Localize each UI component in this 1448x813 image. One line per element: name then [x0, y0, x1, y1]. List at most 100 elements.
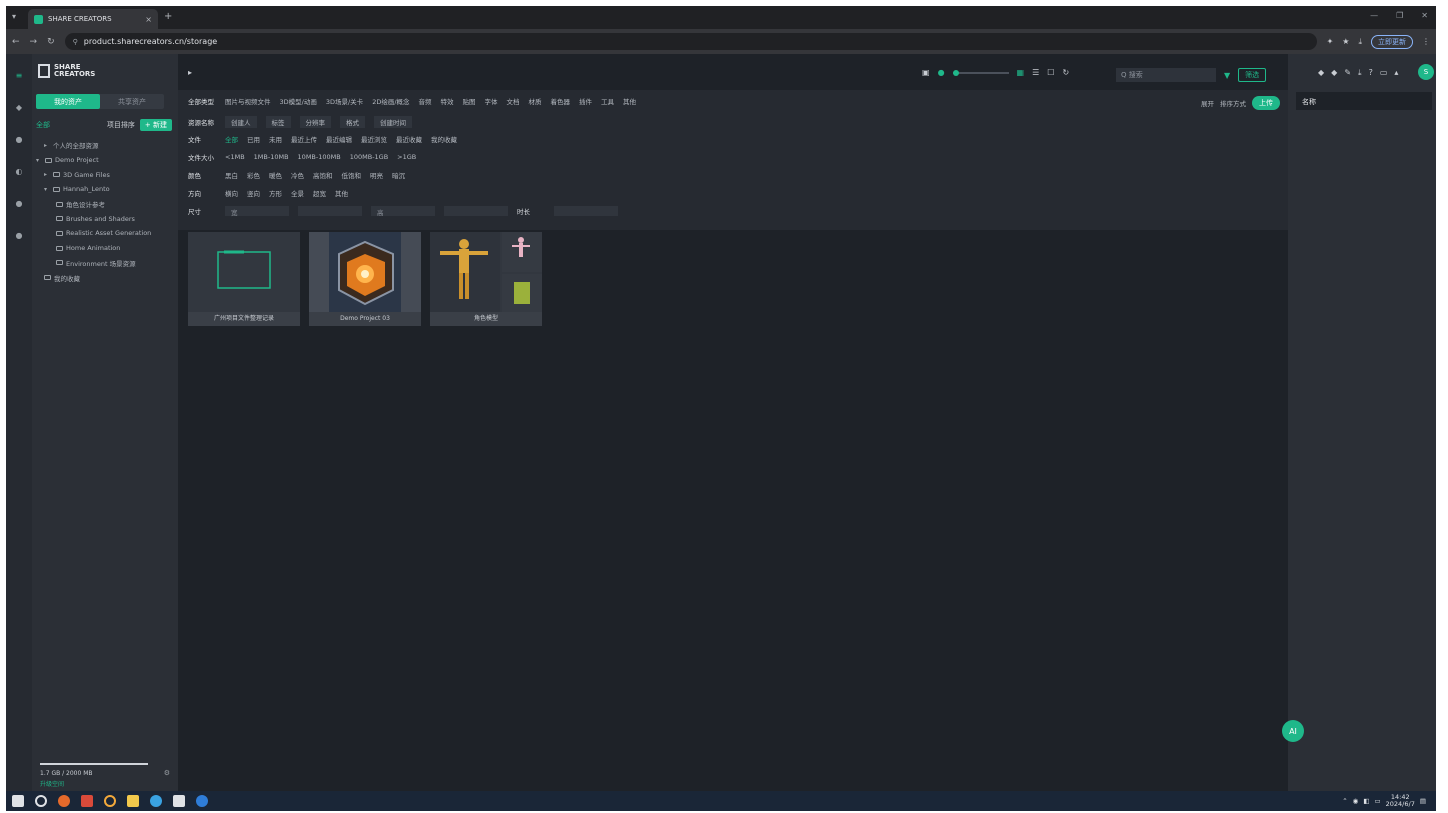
download-list-icon[interactable]: ⤓ — [1358, 68, 1362, 78]
tree-item[interactable]: Realistic Asset Generation — [36, 226, 172, 241]
notification-icon[interactable]: ◆ — [1318, 68, 1324, 78]
tree-header-label[interactable]: 全部 — [36, 120, 50, 130]
forward-icon[interactable]: → — [30, 37, 38, 47]
filter-option[interactable]: 明亮 — [370, 170, 383, 180]
tree-item[interactable]: Home Animation — [36, 241, 172, 256]
settings-icon[interactable]: ● — [15, 232, 23, 240]
expand-filters-link[interactable]: 展开 — [1201, 98, 1214, 108]
upgrade-storage-link[interactable]: 升级空间 — [40, 779, 170, 788]
download-icon[interactable]: ⤓ — [1358, 37, 1362, 47]
tree-item[interactable]: ▾ Demo Project — [36, 153, 172, 168]
back-icon[interactable]: ← — [12, 37, 20, 47]
height-max-input[interactable] — [444, 206, 508, 216]
help-icon[interactable]: ? — [1369, 68, 1373, 78]
user-menu-icon[interactable]: ▴ — [1394, 68, 1398, 78]
menu-icon[interactable]: ≡ — [15, 72, 23, 80]
tree-item[interactable]: 我的收藏 — [36, 270, 172, 285]
tree-item[interactable]: Brushes and Shaders — [36, 211, 172, 226]
collapse-sidebar-icon[interactable]: ▸ — [188, 68, 192, 77]
edge-icon[interactable] — [196, 795, 208, 807]
message-icon[interactable]: ◆ — [1331, 68, 1337, 78]
property-name-field[interactable]: 名称 — [1296, 92, 1432, 110]
filter-option[interactable]: 低饱和 — [342, 170, 362, 180]
browser-tab[interactable]: SHARE CREATORS × — [28, 9, 158, 29]
new-tab-button[interactable]: + — [164, 11, 172, 22]
filter-option[interactable]: 插件 — [579, 96, 592, 106]
list-view-icon[interactable]: ☰ — [1032, 68, 1039, 77]
save-icon[interactable]: ▣ — [922, 68, 930, 77]
asset-card[interactable]: Demo Project 03 — [309, 232, 421, 326]
file-explorer-icon[interactable] — [127, 795, 139, 807]
gear-icon[interactable]: ⚙ — [164, 769, 170, 777]
store-icon[interactable] — [173, 795, 185, 807]
pin-icon[interactable]: ✎ — [1344, 68, 1351, 78]
filter-option[interactable]: <1MB — [225, 153, 245, 161]
filter-option[interactable]: 100MB-1GB — [350, 153, 388, 161]
tab-my-assets[interactable]: 我的资产 — [36, 94, 100, 109]
search-icon[interactable] — [35, 795, 47, 807]
filter-option[interactable]: 已用 — [247, 134, 260, 144]
tree-item[interactable]: 角色设计参考 — [36, 197, 172, 212]
filter-option[interactable]: 2D绘画/概念 — [372, 96, 409, 106]
tree-item[interactable]: ▸ 个人的全部资源 — [36, 138, 172, 153]
filter-option[interactable]: 材质 — [529, 96, 542, 106]
url-field[interactable]: ⚲ product.sharecreators.cn/storage — [64, 33, 1317, 50]
filter-option[interactable]: 贴图 — [463, 96, 476, 106]
clock[interactable]: 14:42 2024/6/7 — [1386, 794, 1415, 808]
ai-assistant-button[interactable]: AI — [1282, 720, 1304, 742]
filter-option[interactable]: 图片与视频文件 — [225, 96, 271, 106]
filter-option[interactable]: 高饱和 — [313, 170, 333, 180]
tree-item[interactable]: ▾ Hannah_Lento — [36, 182, 172, 197]
chrome-icon[interactable] — [150, 795, 162, 807]
avatar[interactable]: S — [1418, 64, 1434, 80]
filter-option[interactable]: 方形 — [269, 188, 282, 198]
logo[interactable]: SHARE CREATORS — [38, 64, 104, 78]
layout-icon[interactable]: ▭ — [1380, 68, 1388, 78]
duration-input[interactable] — [554, 206, 618, 216]
zoom-slider-knob[interactable] — [952, 69, 959, 76]
firefox-icon[interactable] — [58, 795, 70, 807]
height-range-input[interactable]: 高 — [371, 206, 435, 217]
filter-option[interactable]: 冷色 — [291, 170, 304, 180]
assets-icon[interactable]: ◆ — [15, 104, 23, 112]
filter-option[interactable]: 竖向 — [247, 188, 260, 198]
tab-shared-assets[interactable]: 共享资产 — [100, 94, 164, 109]
filter-pill-button[interactable]: 筛选 — [1238, 68, 1267, 82]
update-button[interactable]: 立即更新 — [1371, 34, 1413, 49]
volume-icon[interactable]: ◧ — [1363, 797, 1369, 805]
projects-icon[interactable]: ● — [15, 136, 23, 144]
filter-option[interactable]: >1GB — [397, 153, 416, 161]
close-tab-icon[interactable]: × — [145, 15, 152, 24]
filter-option[interactable]: 未用 — [269, 134, 282, 144]
battery-icon[interactable]: ▭ — [1374, 797, 1380, 805]
filter-option[interactable]: 1MB-10MB — [254, 153, 289, 161]
new-folder-button[interactable]: + 新建 — [139, 119, 172, 131]
sort-select[interactable]: 排序方式 — [1220, 98, 1246, 108]
reload-icon[interactable]: ↻ — [47, 37, 55, 47]
filter-type-all[interactable]: 全部类型 — [188, 96, 216, 106]
grid-view-icon[interactable]: ▦ — [1017, 68, 1025, 77]
filter-option[interactable]: 其他 — [623, 96, 636, 106]
site-info-icon[interactable]: ⚲ — [73, 38, 78, 46]
upload-button[interactable]: 上传 — [1252, 96, 1280, 110]
filter-option[interactable]: 3D模型/动画 — [280, 96, 317, 106]
select-icon[interactable]: ☐ — [1047, 68, 1054, 77]
start-icon[interactable] — [12, 795, 24, 807]
filter-option[interactable]: 着色器 — [551, 96, 571, 106]
share-icon[interactable]: ◐ — [15, 168, 23, 176]
format-select[interactable]: 格式 — [340, 116, 365, 128]
filter-option-selected[interactable]: 全部 — [225, 134, 238, 144]
filter-option[interactable]: 特效 — [441, 96, 454, 106]
refresh-icon[interactable]: ↻ — [1062, 68, 1069, 77]
tree-item[interactable]: Environment 场景资源 — [36, 256, 172, 271]
filter-option[interactable]: 暗沉 — [392, 170, 405, 180]
bookmark-icon[interactable]: ★ — [1342, 37, 1349, 46]
search-input[interactable]: Q 搜索 — [1116, 68, 1216, 82]
filter-option[interactable]: 音频 — [419, 96, 432, 106]
team-icon[interactable]: ● — [15, 200, 23, 208]
tray-expand-icon[interactable]: ⌃ — [1342, 797, 1347, 805]
filter-option[interactable]: 横向 — [225, 188, 238, 198]
browser-menu-icon[interactable]: ⋮ — [1422, 37, 1430, 46]
tree-item[interactable]: ▸ 3D Game Files — [36, 167, 172, 182]
tree-sort-select[interactable]: 项目排序 — [107, 120, 135, 130]
